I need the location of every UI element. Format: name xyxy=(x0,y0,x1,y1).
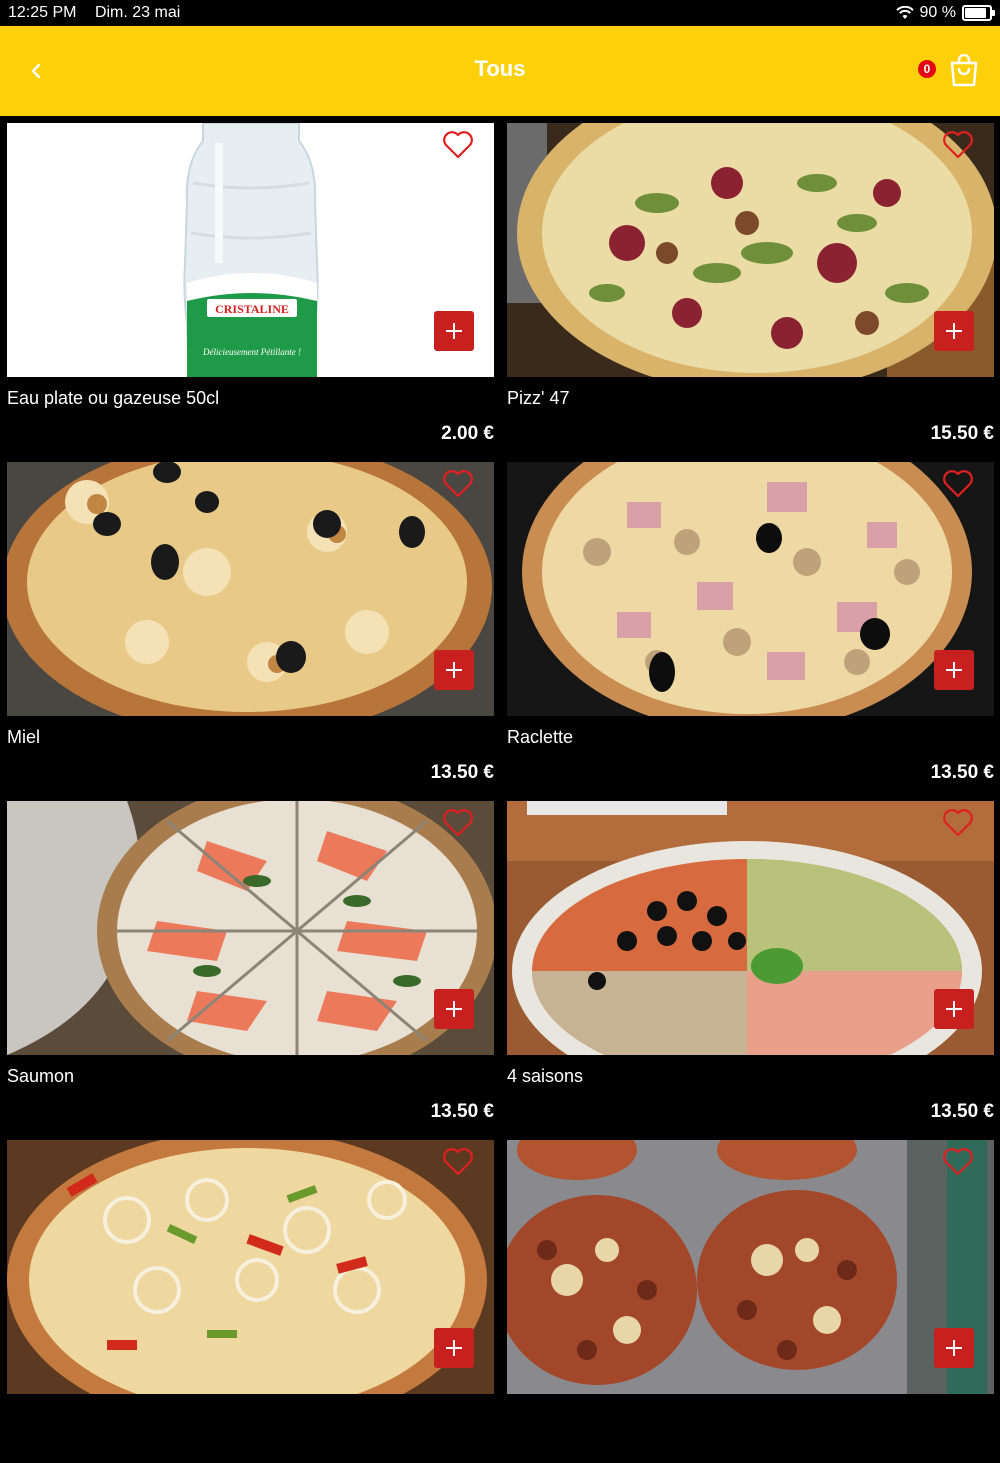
wifi-icon xyxy=(895,6,914,19)
favorite-heart-icon[interactable] xyxy=(942,469,974,499)
favorite-heart-icon[interactable] xyxy=(942,130,974,160)
product-name: 4 saisons xyxy=(507,1066,584,1086)
product-image-pizza xyxy=(507,462,994,716)
cart-button[interactable]: 0 xyxy=(918,54,980,90)
add-to-cart-button[interactable] xyxy=(434,989,474,1029)
product-price: 13.50 € xyxy=(930,1101,994,1122)
add-to-cart-button[interactable] xyxy=(434,311,474,351)
add-to-cart-button[interactable] xyxy=(934,1328,974,1368)
product-image-pizza xyxy=(507,1140,994,1394)
favorite-heart-icon[interactable] xyxy=(942,1147,974,1177)
product-card[interactable]: CRISTALINE Délicieusement Pétillante ! E… xyxy=(7,116,494,446)
bottle-tagline-text: Délicieusement Pétillante ! xyxy=(202,347,301,357)
add-to-cart-button[interactable] xyxy=(934,311,974,351)
add-to-cart-button[interactable] xyxy=(434,1328,474,1368)
status-time: 12:25 PM xyxy=(8,4,77,21)
shopping-bag-icon xyxy=(950,54,978,87)
product-image-pizza xyxy=(7,801,494,1055)
product-price: 2.00 € xyxy=(441,423,494,444)
product-name: Pizz' 47 xyxy=(507,388,570,408)
page-title: Tous xyxy=(474,56,526,81)
product-name: Raclette xyxy=(507,727,574,747)
product-card[interactable]: Raclette 13.50 € xyxy=(507,455,994,785)
status-bar: 12:25 PM Dim. 23 mai 90 % xyxy=(0,0,1000,26)
favorite-heart-icon[interactable] xyxy=(442,130,474,160)
bottle-brand-text: CRISTALINE xyxy=(215,302,289,316)
product-card[interactable]: Pizz' 47 15.50 € xyxy=(507,116,994,446)
product-image-bottle: CRISTALINE Délicieusement Pétillante ! xyxy=(7,123,494,377)
product-price: 13.50 € xyxy=(430,1101,494,1122)
product-price: 15.50 € xyxy=(930,423,994,444)
product-name: Eau plate ou gazeuse 50cl xyxy=(7,388,220,408)
product-card[interactable] xyxy=(507,1133,994,1463)
add-to-cart-button[interactable] xyxy=(934,650,974,690)
product-name: Saumon xyxy=(7,1066,75,1086)
product-price: 13.50 € xyxy=(930,762,994,783)
favorite-heart-icon[interactable] xyxy=(442,1147,474,1177)
product-price: 13.50 € xyxy=(430,762,494,783)
battery-icon xyxy=(962,5,995,21)
product-name: Miel xyxy=(7,727,41,747)
product-image-pizza xyxy=(507,123,994,377)
product-image-pizza xyxy=(7,1140,494,1394)
favorite-heart-icon[interactable] xyxy=(442,808,474,838)
product-card[interactable]: 4 saisons 13.50 € xyxy=(507,794,994,1124)
add-to-cart-button[interactable] xyxy=(434,650,474,690)
add-to-cart-button[interactable] xyxy=(934,989,974,1029)
product-image-pizza xyxy=(7,462,494,716)
battery-percent: 90 % xyxy=(919,4,956,21)
product-card[interactable] xyxy=(7,1133,494,1463)
top-bar: Tous 0 xyxy=(0,26,1000,116)
favorite-heart-icon[interactable] xyxy=(442,469,474,499)
product-card[interactable]: Miel 13.50 € xyxy=(7,455,494,785)
status-date: Dim. 23 mai xyxy=(94,4,181,21)
cart-count-badge: 0 xyxy=(918,60,936,78)
product-card[interactable]: Saumon 13.50 € xyxy=(7,794,494,1124)
product-image-pizza xyxy=(507,801,994,1055)
favorite-heart-icon[interactable] xyxy=(942,808,974,838)
